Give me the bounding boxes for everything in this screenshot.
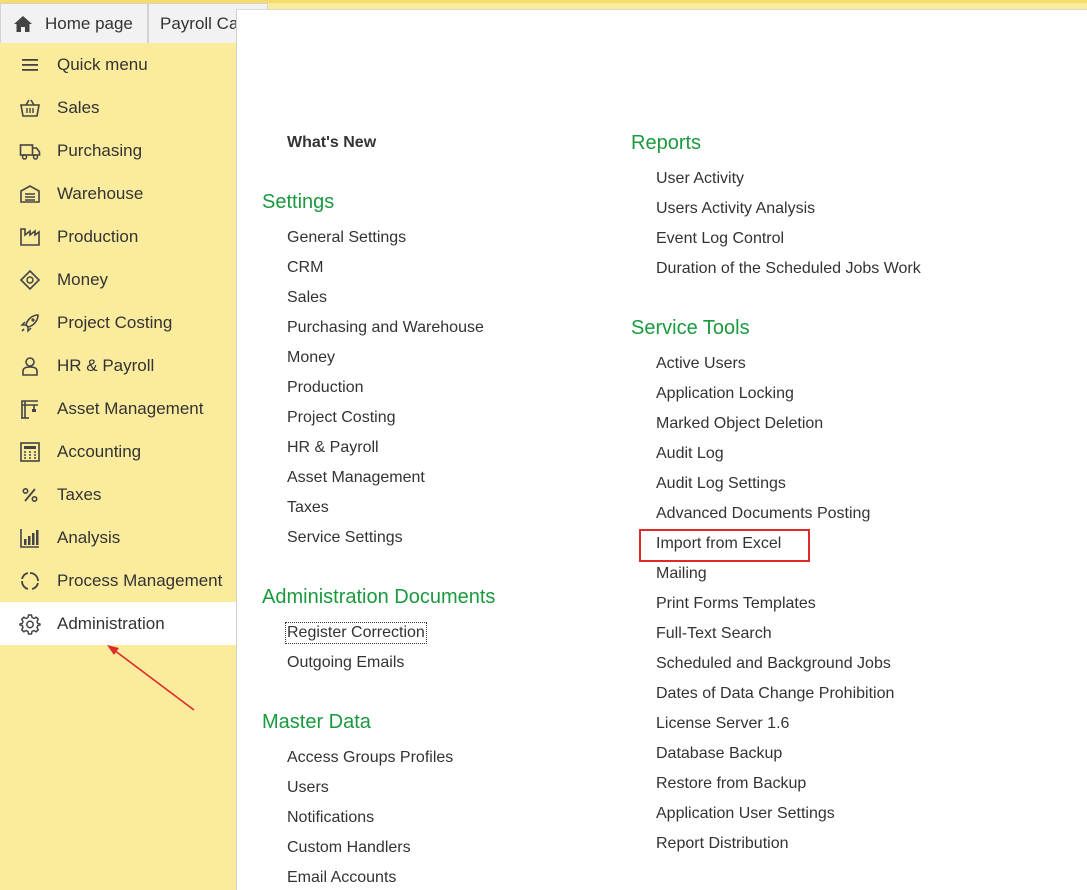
settings-link-service-settings[interactable]: Service Settings xyxy=(287,529,403,547)
sidebar-item-administration[interactable]: Administration xyxy=(0,602,236,645)
service-tools-link-audit-log[interactable]: Audit Log xyxy=(656,445,724,463)
factory-icon xyxy=(19,226,41,248)
sidebar-item-label: Project Costing xyxy=(57,312,173,332)
cycle-icon xyxy=(19,570,41,592)
section-title-master-data: Master Data xyxy=(262,711,371,733)
master-data-link-email-accounts[interactable]: Email Accounts xyxy=(287,869,396,887)
sidebar-item-taxes[interactable]: Taxes xyxy=(0,473,236,516)
master-data-link-users[interactable]: Users xyxy=(287,779,329,797)
sidebar-item-quick-menu[interactable]: Quick menu xyxy=(0,43,236,86)
service-tools-link-mailing[interactable]: Mailing xyxy=(656,565,707,583)
settings-link-project-costing[interactable]: Project Costing xyxy=(287,409,396,427)
service-tools-link-application-locking[interactable]: Application Locking xyxy=(656,385,794,403)
admin-docs-link-register-correction[interactable]: Register Correction xyxy=(285,622,427,644)
service-tools-link-full-text-search[interactable]: Full-Text Search xyxy=(656,625,772,643)
sidebar-item-accounting[interactable]: Accounting xyxy=(0,430,236,473)
truck-icon xyxy=(19,140,41,162)
master-data-link-custom-handlers[interactable]: Custom Handlers xyxy=(287,839,411,857)
sidebar-item-label: Quick menu xyxy=(57,54,148,74)
settings-link-taxes[interactable]: Taxes xyxy=(287,499,329,517)
sidebar-item-asset-management[interactable]: Asset Management xyxy=(0,387,236,430)
reports-link-users-activity-analysis[interactable]: Users Activity Analysis xyxy=(656,200,815,218)
basket-icon xyxy=(19,97,41,119)
settings-link-purchasing-warehouse[interactable]: Purchasing and Warehouse xyxy=(287,319,484,337)
reports-link-duration-scheduled-jobs[interactable]: Duration of the Scheduled Jobs Work xyxy=(656,260,921,278)
settings-link-asset-management[interactable]: Asset Management xyxy=(287,469,425,487)
settings-link-crm[interactable]: CRM xyxy=(287,259,323,277)
sidebar-item-production[interactable]: Production xyxy=(0,215,236,258)
sidebar-item-process-management[interactable]: Process Management xyxy=(0,559,236,602)
section-title-service-tools: Service Tools xyxy=(631,317,750,339)
crane-icon xyxy=(19,398,41,420)
service-tools-link-print-forms-templates[interactable]: Print Forms Templates xyxy=(656,595,816,613)
service-tools-link-license-server[interactable]: License Server 1.6 xyxy=(656,715,789,733)
service-tools-link-audit-log-settings[interactable]: Audit Log Settings xyxy=(656,475,786,493)
settings-link-sales[interactable]: Sales xyxy=(287,289,327,307)
service-tools-link-advanced-documents-posting[interactable]: Advanced Documents Posting xyxy=(656,505,870,523)
sidebar-item-label: Warehouse xyxy=(57,183,144,203)
calculator-icon xyxy=(19,441,41,463)
gear-icon xyxy=(19,613,41,635)
master-data-link-notifications[interactable]: Notifications xyxy=(287,809,374,827)
warehouse-icon xyxy=(19,183,41,205)
sidebar-item-money[interactable]: Money xyxy=(0,258,236,301)
tab-payroll-label: Payroll Ca xyxy=(160,13,239,33)
admin-docs-link-outgoing-emails[interactable]: Outgoing Emails xyxy=(287,654,404,672)
sidebar-item-label: Money xyxy=(57,269,109,289)
rocket-icon xyxy=(19,312,41,334)
sidebar: Quick menu Sales Purchasing Warehouse Pr… xyxy=(0,43,236,890)
sidebar-item-label: Taxes xyxy=(57,484,102,504)
service-tools-link-active-users[interactable]: Active Users xyxy=(656,355,746,373)
sidebar-item-label: HR & Payroll xyxy=(57,355,155,375)
sidebar-item-purchasing[interactable]: Purchasing xyxy=(0,129,236,172)
section-title-reports: Reports xyxy=(631,132,702,154)
sidebar-item-hr-payroll[interactable]: HR & Payroll xyxy=(0,344,236,387)
sidebar-item-project-costing[interactable]: Project Costing xyxy=(0,301,236,344)
sidebar-item-analysis[interactable]: Analysis xyxy=(0,516,236,559)
section-title-administration-documents: Administration Documents xyxy=(262,586,496,608)
service-tools-link-report-distribution[interactable]: Report Distribution xyxy=(656,835,789,853)
tab-home-page[interactable]: Home page xyxy=(0,3,148,43)
sidebar-item-label: Analysis xyxy=(57,527,121,547)
whats-new-link[interactable]: What's New xyxy=(287,134,376,152)
service-tools-link-restore-from-backup[interactable]: Restore from Backup xyxy=(656,775,806,793)
settings-link-money[interactable]: Money xyxy=(287,349,335,367)
settings-link-general-settings[interactable]: General Settings xyxy=(287,229,406,247)
sidebar-item-label: Administration xyxy=(57,613,165,633)
sidebar-item-warehouse[interactable]: Warehouse xyxy=(0,172,236,215)
sidebar-item-label: Process Management xyxy=(57,570,223,590)
reports-link-user-activity[interactable]: User Activity xyxy=(656,170,744,188)
service-tools-link-marked-object-deletion[interactable]: Marked Object Deletion xyxy=(656,415,823,433)
sidebar-item-label: Asset Management xyxy=(57,398,204,418)
home-icon xyxy=(13,14,33,34)
sidebar-item-label: Production xyxy=(57,226,139,246)
bar-chart-icon xyxy=(19,527,41,549)
service-tools-link-database-backup[interactable]: Database Backup xyxy=(656,745,782,763)
service-tools-link-dates-data-change-prohibition[interactable]: Dates of Data Change Prohibition xyxy=(656,685,894,703)
money-icon xyxy=(19,269,41,291)
tab-home-label: Home page xyxy=(45,13,133,33)
menu-icon xyxy=(19,54,41,76)
sidebar-item-label: Sales xyxy=(57,97,100,117)
master-data-link-access-groups-profiles[interactable]: Access Groups Profiles xyxy=(287,749,453,767)
service-tools-link-scheduled-background-jobs[interactable]: Scheduled and Background Jobs xyxy=(656,655,891,673)
percent-icon xyxy=(19,484,41,506)
sidebar-item-label: Purchasing xyxy=(57,140,143,160)
reports-link-event-log-control[interactable]: Event Log Control xyxy=(656,230,784,248)
settings-link-production[interactable]: Production xyxy=(287,379,364,397)
settings-link-hr-payroll[interactable]: HR & Payroll xyxy=(287,439,379,457)
sidebar-item-label: Accounting xyxy=(57,441,142,461)
service-tools-link-import-from-excel[interactable]: Import from Excel xyxy=(656,535,781,553)
service-tools-link-application-user-settings[interactable]: Application User Settings xyxy=(656,805,835,823)
sidebar-item-sales[interactable]: Sales xyxy=(0,86,236,129)
section-title-settings: Settings xyxy=(262,191,335,213)
person-icon xyxy=(19,355,41,377)
